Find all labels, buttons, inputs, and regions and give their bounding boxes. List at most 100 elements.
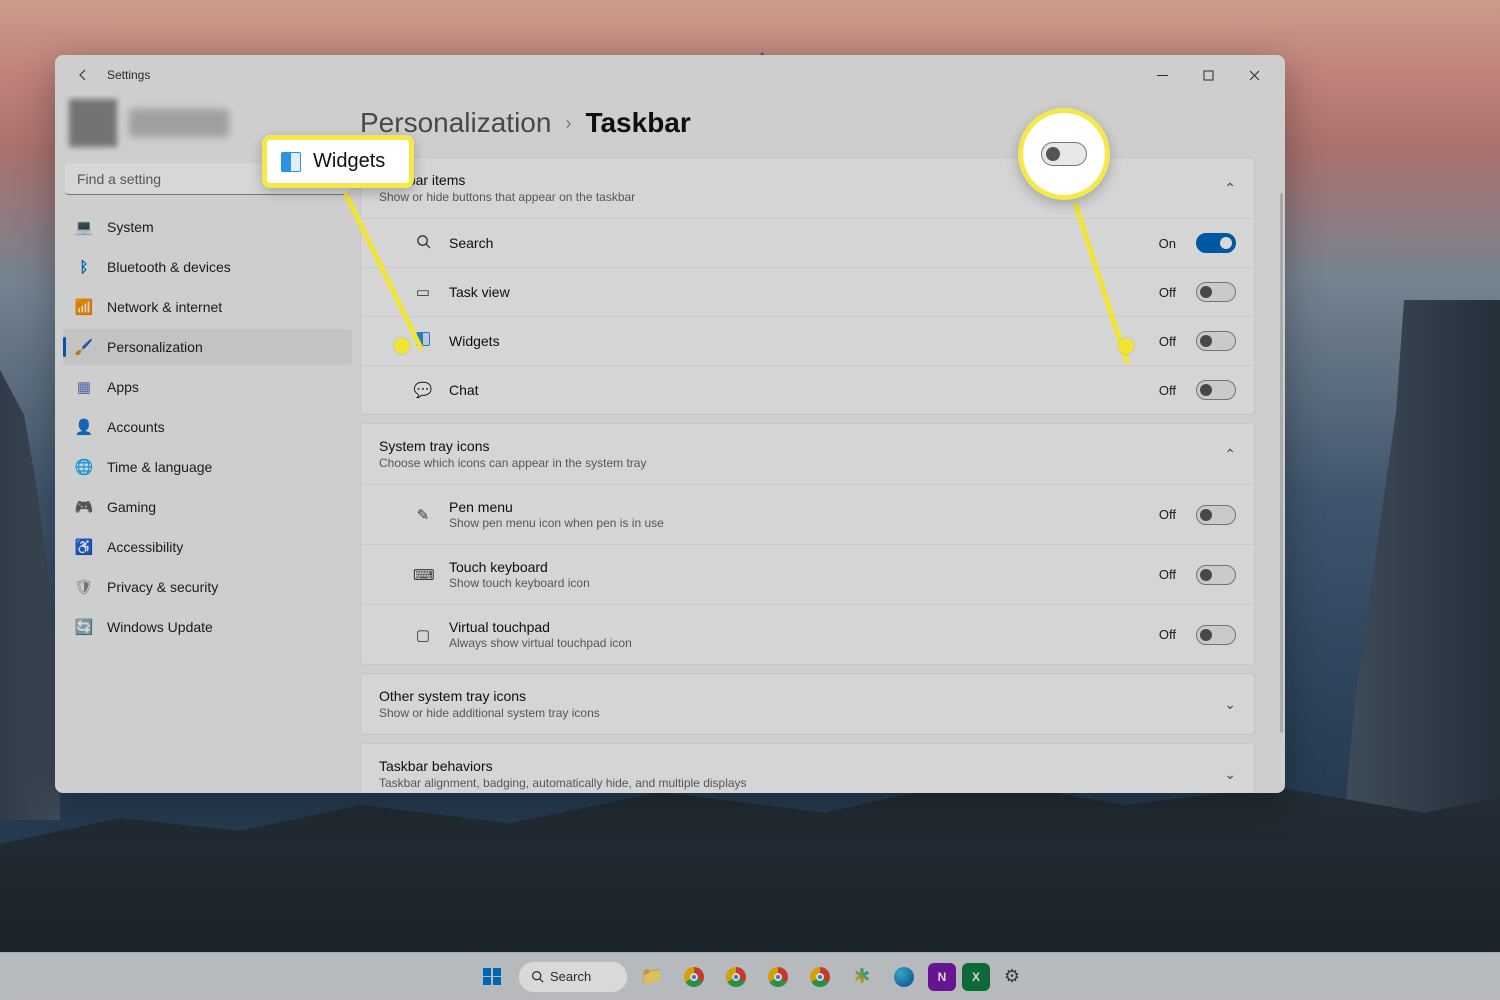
chevron-right-icon: › bbox=[565, 113, 571, 134]
taskbar-app-onenote[interactable]: N bbox=[928, 963, 956, 991]
close-button[interactable] bbox=[1231, 55, 1277, 95]
gaming-icon: 🎮 bbox=[75, 498, 93, 516]
section-taskbar-items: Taskbar items Show or hide buttons that … bbox=[360, 157, 1255, 415]
scrollbar[interactable] bbox=[1280, 193, 1283, 733]
sidebar-nav: 💻 System ᛒ Bluetooth & devices 📶 Network & … bbox=[63, 209, 352, 645]
toggle-state: On bbox=[1159, 236, 1176, 251]
bluetooth-icon: ᛒ bbox=[75, 258, 93, 276]
sidebar-item-accessibility[interactable]: ♿ Accessibility bbox=[63, 529, 352, 565]
toggle-chat[interactable] bbox=[1196, 380, 1236, 400]
section-taskbar-behaviors: Taskbar behaviors Taskbar alignment, bad… bbox=[360, 743, 1255, 793]
sidebar-item-label: Accessibility bbox=[107, 539, 183, 555]
search-icon bbox=[531, 970, 544, 983]
section-subtitle: Show or hide buttons that appear on the … bbox=[379, 190, 1224, 204]
sidebar-item-privacy[interactable]: 🛡Privacy & security bbox=[63, 569, 352, 605]
section-title: Taskbar behaviors bbox=[379, 758, 1224, 774]
row-label: Task view bbox=[449, 284, 1143, 300]
chevron-down-icon: ⌄ bbox=[1224, 766, 1236, 783]
sidebar-item-accounts[interactable]: 👤 Accounts bbox=[63, 409, 352, 445]
sidebar-item-apps[interactable]: ▦Apps bbox=[63, 369, 352, 405]
titlebar: Settings bbox=[55, 55, 1285, 95]
section-header-taskbar-items[interactable]: Taskbar items Show or hide buttons that … bbox=[361, 158, 1254, 218]
maximize-button[interactable] bbox=[1185, 55, 1231, 95]
windows-logo-icon bbox=[483, 968, 501, 986]
sidebar-item-label: Personalization bbox=[107, 339, 203, 355]
toggle-widgets[interactable] bbox=[1196, 331, 1236, 351]
section-header-system-tray[interactable]: System tray icons Choose which icons can… bbox=[361, 424, 1254, 484]
accounts-icon: 👤 bbox=[75, 418, 93, 436]
sidebar-item-personalization[interactable]: 🖌️ Personalization bbox=[63, 329, 352, 365]
toggle-search[interactable] bbox=[1196, 233, 1236, 253]
row-label: Widgets bbox=[449, 333, 1143, 349]
taskbar-app-chrome-3[interactable] bbox=[760, 959, 796, 995]
avatar bbox=[69, 99, 117, 147]
window-title: Settings bbox=[107, 68, 150, 82]
toggle-state: Off bbox=[1159, 383, 1176, 398]
toggle-state: Off bbox=[1159, 567, 1176, 582]
sidebar-item-system[interactable]: 💻 System bbox=[63, 209, 352, 245]
main-content: Personalization › Taskbar Taskbar items … bbox=[360, 95, 1285, 793]
sidebar-item-gaming[interactable]: 🎮 Gaming bbox=[63, 489, 352, 525]
annotation-text: Widgets bbox=[313, 150, 385, 173]
toggle-touch-keyboard[interactable] bbox=[1196, 565, 1236, 585]
taskbar-app-slack[interactable]: ✱ bbox=[844, 959, 880, 995]
row-taskview: ▭ Task view Off bbox=[361, 267, 1254, 316]
toggle-state: Off bbox=[1159, 627, 1176, 642]
toggle-pen-menu[interactable] bbox=[1196, 505, 1236, 525]
row-chat: 💬 Chat Off bbox=[361, 365, 1254, 414]
network-icon: 📶 bbox=[75, 298, 93, 316]
sidebar-item-label: Gaming bbox=[107, 499, 156, 515]
privacy-icon: 🛡 bbox=[75, 578, 93, 596]
chevron-up-icon: ⌃ bbox=[1224, 180, 1236, 197]
taskbar-app-settings[interactable]: ⚙ bbox=[996, 961, 1028, 993]
widgets-icon bbox=[281, 152, 301, 172]
taskbar-app-edge[interactable] bbox=[886, 959, 922, 995]
section-subtitle: Choose which icons can appear in the sys… bbox=[379, 456, 1224, 470]
sidebar-item-network[interactable]: 📶 Network & internet bbox=[63, 289, 352, 325]
taskbar-app-chrome[interactable] bbox=[676, 959, 712, 995]
sidebar-item-label: Windows Update bbox=[107, 619, 213, 635]
sidebar-item-bluetooth[interactable]: ᛒ Bluetooth & devices bbox=[63, 249, 352, 285]
row-search: Search On bbox=[361, 218, 1254, 267]
sidebar: 💻 System ᛒ Bluetooth & devices 📶 Network & … bbox=[55, 95, 360, 793]
minimize-button[interactable] bbox=[1139, 55, 1185, 95]
annotation-toggle-off bbox=[1041, 142, 1087, 166]
sidebar-item-label: Accounts bbox=[107, 419, 165, 435]
pen-icon: ✎ bbox=[413, 506, 433, 524]
system-icon: 💻 bbox=[75, 218, 93, 236]
back-button[interactable] bbox=[63, 55, 103, 95]
section-header-other-tray[interactable]: Other system tray icons Show or hide add… bbox=[361, 674, 1254, 734]
taskbar-app-chrome-4[interactable] bbox=[802, 959, 838, 995]
section-title: System tray icons bbox=[379, 438, 1224, 454]
personalization-icon: 🖌️ bbox=[75, 338, 93, 356]
annotation-lead-dot bbox=[394, 338, 410, 354]
keyboard-icon: ⌨ bbox=[413, 566, 433, 584]
taskbar-search[interactable]: Search bbox=[518, 961, 628, 993]
toggle-taskview[interactable] bbox=[1196, 282, 1236, 302]
sidebar-item-label: System bbox=[107, 219, 154, 235]
chat-icon: 💬 bbox=[413, 381, 433, 399]
taskbar-app-chrome-2[interactable] bbox=[718, 959, 754, 995]
accessibility-icon: ♿ bbox=[75, 538, 93, 556]
sidebar-item-time[interactable]: 🌐Time & language bbox=[63, 449, 352, 485]
chevron-down-icon: ⌄ bbox=[1224, 696, 1236, 713]
toggle-state: Off bbox=[1159, 334, 1176, 349]
sidebar-item-label: Network & internet bbox=[107, 299, 222, 315]
taskbar-app-explorer[interactable]: 📁 bbox=[634, 959, 670, 995]
toggle-virtual-touchpad[interactable] bbox=[1196, 625, 1236, 645]
touchpad-icon: ▢ bbox=[413, 626, 433, 644]
sidebar-item-label: Apps bbox=[107, 379, 139, 395]
row-label: Virtual touchpad bbox=[449, 619, 1143, 635]
section-header-behaviors[interactable]: Taskbar behaviors Taskbar alignment, bad… bbox=[361, 744, 1254, 793]
row-label: Touch keyboard bbox=[449, 559, 1143, 575]
profile-name-blurred bbox=[129, 109, 229, 137]
section-subtitle: Taskbar alignment, badging, automaticall… bbox=[379, 776, 1224, 790]
sidebar-item-windowsupdate[interactable]: 🔄Windows Update bbox=[63, 609, 352, 645]
taskbar-app-excel[interactable]: X bbox=[962, 963, 990, 991]
sidebar-item-label: Bluetooth & devices bbox=[107, 259, 231, 275]
search-icon bbox=[413, 234, 433, 253]
row-sub: Show touch keyboard icon bbox=[449, 576, 1143, 590]
start-button[interactable] bbox=[472, 957, 512, 997]
row-label: Pen menu bbox=[449, 499, 1143, 515]
toggle-state: Off bbox=[1159, 507, 1176, 522]
